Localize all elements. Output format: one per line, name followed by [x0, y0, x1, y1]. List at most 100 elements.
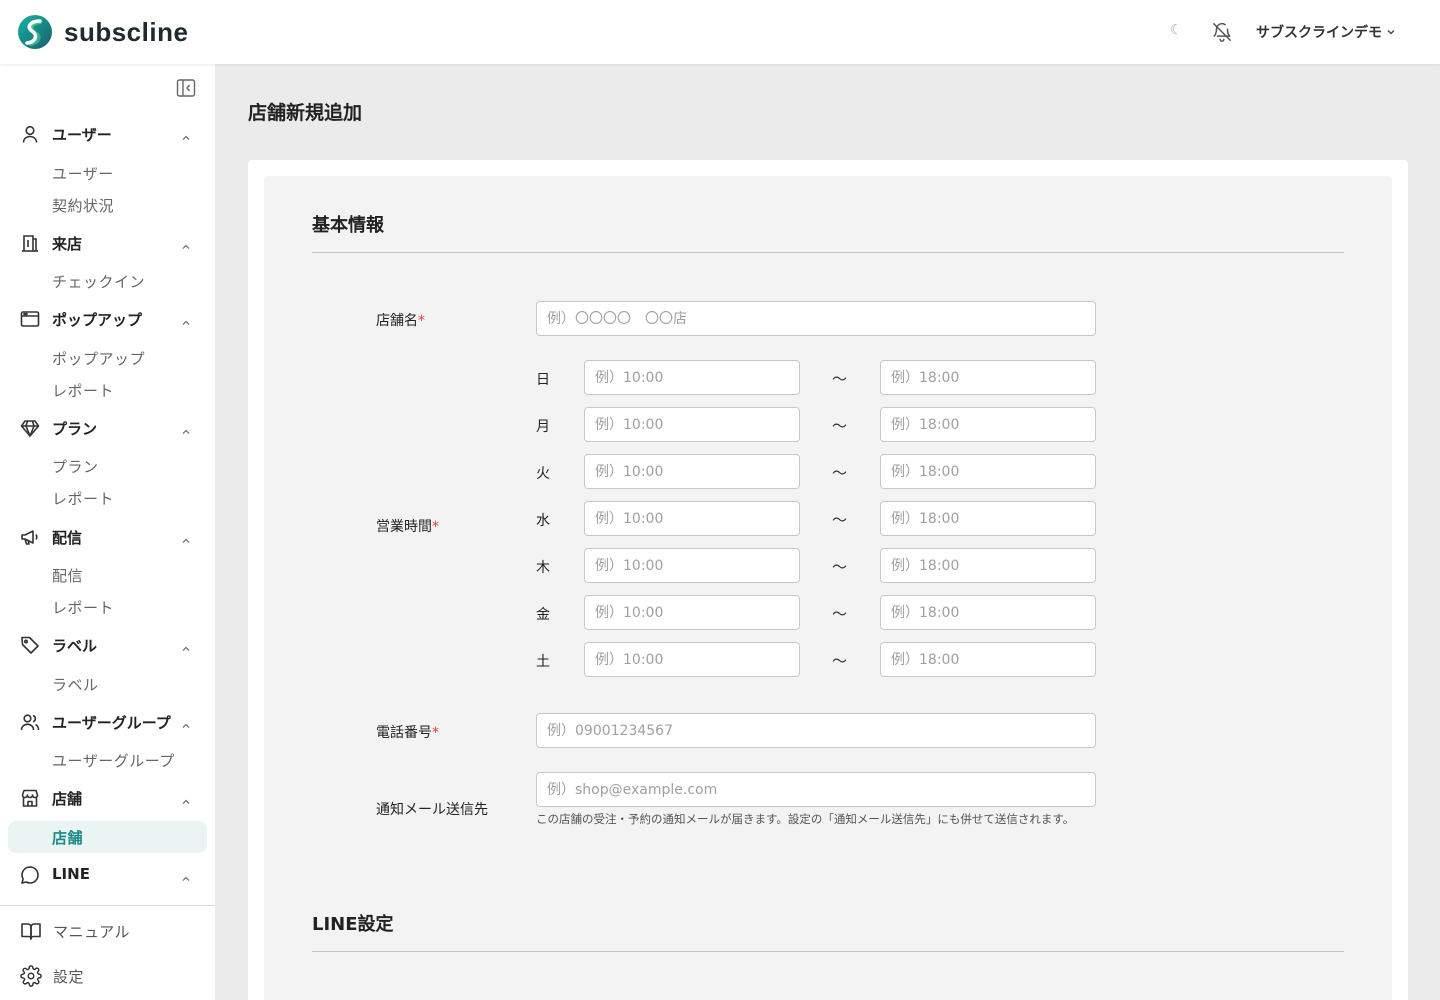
close-time-fri-input[interactable] [880, 595, 1096, 630]
sidebar-group-visits[interactable]: 来店 [0, 228, 215, 258]
section-divider [312, 252, 1344, 253]
open-time-sat-input[interactable] [584, 642, 800, 677]
chevron-up-icon [181, 716, 191, 728]
page-title: 店舗新規追加 [248, 102, 363, 124]
sidebar-group-label: ユーザー [52, 126, 112, 144]
brand-logo[interactable]: subscline [16, 14, 188, 50]
open-time-mon-input[interactable] [584, 407, 800, 442]
phone-label-text: 電話番号 [376, 725, 432, 741]
open-time-tue-input[interactable] [584, 454, 800, 489]
sidebar-group-label: 店舗 [52, 790, 83, 808]
business-hours-label: 営業時間* [376, 516, 439, 536]
sidebar-group-broadcast[interactable]: 配信 [0, 522, 215, 552]
time-separator: 〜 [832, 605, 848, 623]
day-label-thu: 木 [536, 560, 550, 576]
sidebar-item-active-bg[interactable] [8, 821, 207, 853]
sidebar-group-label: ラベル [52, 637, 98, 655]
sidebar-group-popups[interactable]: ポップアップ [0, 304, 215, 334]
window-icon [20, 309, 40, 329]
chevron-down-icon [1387, 30, 1395, 35]
store-name-input[interactable] [536, 301, 1096, 336]
sidebar-group-label: ポップアップ [52, 311, 143, 329]
sidebar-collapse-icon[interactable] [176, 78, 198, 98]
sidebar-group-user-groups[interactable]: ユーザーグループ [0, 707, 215, 737]
chat-icon [20, 865, 40, 885]
chevron-up-icon [181, 128, 191, 140]
sidebar-item-plan-report[interactable]: レポート [52, 488, 114, 509]
sidebar-item-contracts[interactable]: 契約状況 [52, 195, 114, 216]
chevron-up-icon [181, 422, 191, 434]
day-label-wed: 水 [536, 513, 550, 529]
open-time-fri-input[interactable] [584, 595, 800, 630]
account-menu[interactable]: サブスクラインデモ [1256, 22, 1396, 42]
sidebar-item-stores[interactable]: 店舗 [52, 827, 83, 848]
sidebar-item-user-groups[interactable]: ユーザーグループ [52, 750, 175, 771]
notify-email-label: 通知メール送信先 [376, 802, 488, 818]
day-label-sat: 土 [536, 654, 550, 670]
section-title-basic: 基本情報 [312, 215, 384, 236]
chevron-up-icon [181, 869, 191, 881]
chevron-up-icon [181, 792, 191, 804]
open-time-sun-input[interactable] [584, 360, 800, 395]
users-icon [20, 712, 40, 732]
theme-toggle-icon[interactable]: ☾ [1170, 22, 1183, 38]
phone-input[interactable] [536, 713, 1096, 748]
time-separator: 〜 [832, 652, 848, 670]
form-card-body [264, 176, 1392, 1000]
open-time-thu-input[interactable] [584, 548, 800, 583]
notification-off-icon[interactable] [1211, 21, 1233, 43]
top-header: subscline ☾ サブスクラインデモ [0, 0, 1440, 64]
megaphone-icon [20, 527, 40, 547]
close-time-wed-input[interactable] [880, 501, 1096, 536]
sidebar-settings[interactable]: 設定 [0, 961, 215, 991]
close-time-mon-input[interactable] [880, 407, 1096, 442]
sidebar-group-label: 配信 [52, 529, 83, 547]
chevron-up-icon [181, 313, 191, 325]
chevron-up-icon [181, 237, 191, 249]
close-time-sat-input[interactable] [880, 642, 1096, 677]
close-time-tue-input[interactable] [880, 454, 1096, 489]
time-separator: 〜 [832, 511, 848, 529]
account-name: サブスクラインデモ [1256, 25, 1382, 41]
user-icon [20, 124, 40, 144]
brand-name: subscline [64, 16, 189, 47]
open-time-wed-input[interactable] [584, 501, 800, 536]
notify-email-input[interactable] [536, 772, 1096, 807]
section-divider [312, 951, 1344, 952]
sidebar-group-labels[interactable]: ラベル [0, 630, 215, 660]
time-separator: 〜 [832, 464, 848, 482]
logo-mark-icon [16, 15, 54, 49]
chevron-up-icon [181, 639, 191, 651]
close-time-sun-input[interactable] [880, 360, 1096, 395]
sidebar-group-label: プラン [52, 420, 98, 438]
sidebar-manual[interactable]: マニュアル [0, 916, 215, 946]
sidebar-item-popups[interactable]: ポップアップ [52, 348, 145, 369]
book-icon [20, 920, 42, 942]
tag-icon [20, 635, 40, 655]
sidebar-item-broadcast[interactable]: 配信 [52, 565, 83, 586]
close-time-thu-input[interactable] [880, 548, 1096, 583]
sidebar-group-label: ユーザーグループ [52, 714, 171, 732]
sidebar-item-broadcast-report[interactable]: レポート [52, 597, 114, 618]
store-name-label: 店舗名* [376, 310, 425, 330]
sidebar-group-stores[interactable]: 店舗 [0, 783, 215, 813]
sidebar-item-popup-report[interactable]: レポート [52, 380, 114, 401]
phone-label: 電話番号* [376, 722, 439, 742]
sidebar-item-users[interactable]: ユーザー [52, 163, 114, 184]
gear-icon [20, 965, 42, 987]
sidebar-item-checkin[interactable]: チェックイン [52, 271, 145, 292]
store-icon [20, 788, 40, 808]
day-label-fri: 金 [536, 607, 550, 623]
sidebar-group-users[interactable]: ユーザー [0, 119, 215, 149]
sidebar-item-labels[interactable]: ラベル [52, 674, 99, 695]
store-name-label-text: 店舗名 [376, 313, 418, 329]
day-label-tue: 火 [536, 466, 550, 482]
required-mark: * [432, 519, 439, 535]
required-mark: * [418, 313, 425, 329]
sidebar-manual-label: マニュアル [53, 923, 131, 941]
sidebar-settings-label: 設定 [53, 968, 85, 986]
sidebar-item-plans[interactable]: プラン [52, 456, 99, 477]
sidebar-group-line[interactable]: LINE [0, 860, 215, 890]
required-mark: * [432, 725, 439, 741]
sidebar-group-plans[interactable]: プラン [0, 413, 215, 443]
